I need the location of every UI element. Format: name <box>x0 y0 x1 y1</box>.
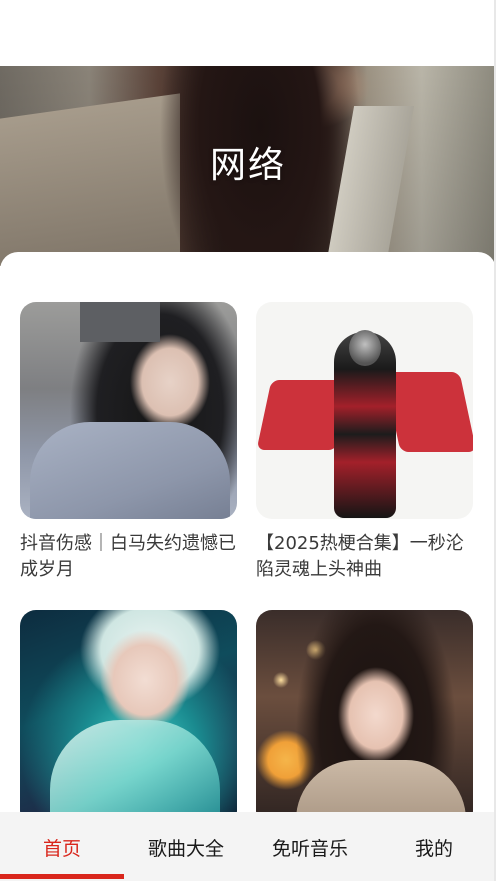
playlist-card[interactable] <box>20 610 237 827</box>
playlist-card[interactable] <box>256 610 473 827</box>
playlist-card[interactable]: 抖音伤感｜白马失约遗憾已成岁月 <box>20 302 237 583</box>
tab-home-label: 首页 <box>42 838 81 860</box>
playlist-cover-image[interactable] <box>20 302 237 519</box>
playlist-cover-image[interactable] <box>256 610 473 827</box>
playlist-title[interactable]: 【2025热梗合集】一秒沦陷灵魂上头神曲 <box>256 531 478 583</box>
tab-song-library[interactable]: 歌曲大全 <box>124 812 248 881</box>
active-tab-indicator <box>0 874 124 879</box>
category-title: 网络 <box>209 145 286 186</box>
playlist-cover-image[interactable] <box>256 302 473 519</box>
tab-home[interactable]: 首页 <box>0 812 124 881</box>
bottom-tab-bar: 首页 歌曲大全 免听音乐 我的 <box>0 812 496 881</box>
app-screen: 网络 抖音伤感｜白马失约遗憾已成岁月 【2025热梗合集】一秒沦陷灵魂上头神曲 <box>0 0 496 881</box>
tab-free-music-label: 免听音乐 <box>271 838 348 860</box>
playlist-title[interactable]: 抖音伤感｜白马失约遗憾已成岁月 <box>20 531 242 583</box>
tab-song-library-label: 歌曲大全 <box>147 838 224 860</box>
playlist-grid: 抖音伤感｜白马失约遗憾已成岁月 【2025热梗合集】一秒沦陷灵魂上头神曲 <box>0 252 496 881</box>
tab-free-music[interactable]: 免听音乐 <box>248 812 372 881</box>
category-banner: 网络 <box>0 66 496 266</box>
playlist-card[interactable]: 【2025热梗合集】一秒沦陷灵魂上头神曲 <box>256 302 473 583</box>
status-bar <box>0 0 496 66</box>
tab-mine[interactable]: 我的 <box>372 812 496 881</box>
tab-mine-label: 我的 <box>414 838 453 860</box>
playlist-cover-image[interactable] <box>20 610 237 827</box>
